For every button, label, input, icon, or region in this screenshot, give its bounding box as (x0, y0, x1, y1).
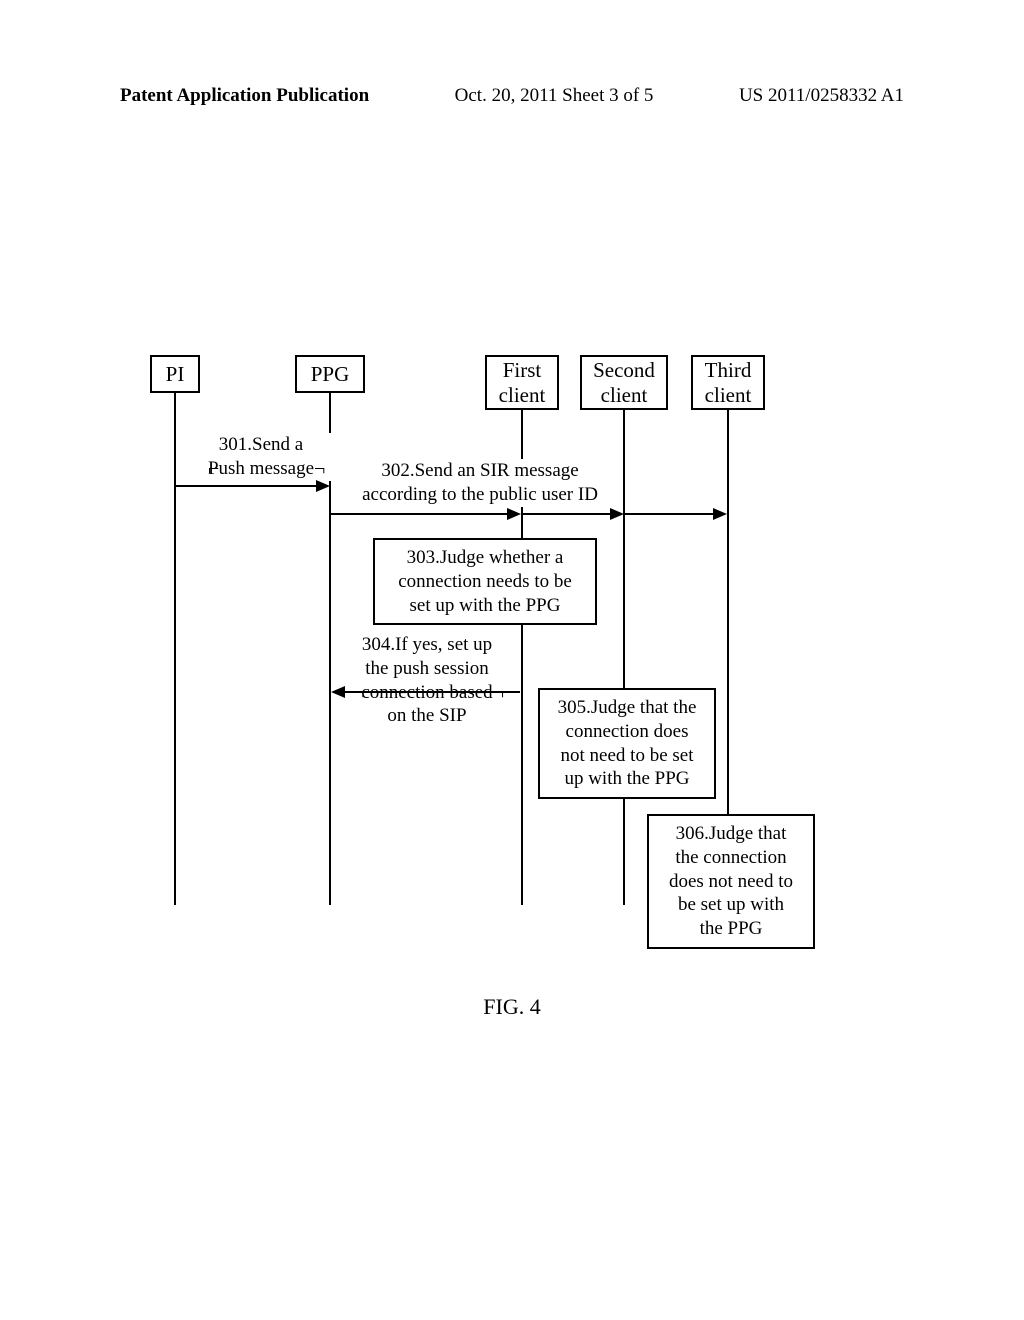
note-306-line3: does not need to (669, 871, 793, 892)
header-center: Oct. 20, 2011 Sheet 3 of 5 (455, 85, 654, 107)
arrow-301 (175, 485, 316, 487)
message-302: 302.Send an SIR message according to the… (340, 459, 620, 507)
sequence-diagram: PI PPG First client Second client Third … (150, 355, 880, 975)
header-right: US 2011/0258332 A1 (739, 85, 904, 107)
message-301: 301.Send a ⌐Push message¬ (190, 433, 332, 481)
brace-icon: ¬ (493, 681, 504, 706)
note-306: 306.Judge that the connection does not n… (647, 814, 815, 949)
actor-third-client-label-1: Third (705, 358, 752, 383)
actor-first-client-label-1: First (503, 358, 542, 383)
arrow-head-302a (507, 508, 521, 520)
message-301-line1: 301.Send a (219, 434, 303, 455)
message-304-line4: on the SIP (387, 705, 466, 726)
message-302-line1: 302.Send an SIR message (381, 460, 578, 481)
note-305-line3: not need to be set (561, 745, 694, 766)
message-302-line2: according to the public user ID (362, 484, 598, 505)
note-306-line1: 306.Judge that (676, 823, 787, 844)
actor-first-client: First client (485, 355, 559, 410)
actor-second-client: Second client (580, 355, 668, 410)
actor-ppg-label: PPG (311, 362, 350, 387)
note-306-line4: be set up with (678, 894, 784, 915)
message-304-line2: the push session (365, 658, 489, 679)
arrow-302b (523, 513, 613, 515)
page-header: Patent Application Publication Oct. 20, … (0, 0, 1024, 107)
note-303: 303.Judge whether a connection needs to … (373, 538, 597, 625)
actor-pi-label: PI (166, 362, 185, 387)
note-305: 305.Judge that the connection does not n… (538, 688, 716, 799)
note-303-line3: set up with the PPG (410, 595, 561, 616)
message-304-line1: 304.If yes, set up (362, 634, 492, 655)
arrow-head-302b (610, 508, 624, 520)
note-303-line1: 303.Judge whether a (407, 547, 564, 568)
note-306-line5: the PPG (700, 918, 763, 939)
note-305-line2: connection does (566, 721, 689, 742)
message-304: 304.If yes, set up the push session ⌐con… (338, 633, 516, 728)
actor-ppg: PPG (295, 355, 365, 393)
arrow-302c (625, 513, 715, 515)
note-303-line2: connection needs to be (398, 571, 572, 592)
figure-caption: FIG. 4 (0, 994, 1024, 1020)
arrow-head-304 (331, 686, 345, 698)
brace-icon: ¬ (314, 457, 325, 482)
actor-first-client-label-2: client (499, 383, 546, 408)
arrow-304 (344, 691, 520, 693)
actor-third-client: Third client (691, 355, 765, 410)
actor-second-client-label-2: client (601, 383, 648, 408)
arrow-head-301 (316, 480, 330, 492)
lifeline-pi (174, 393, 176, 905)
arrow-302a (331, 513, 509, 515)
note-306-line2: the connection (675, 847, 786, 868)
actor-third-client-label-2: client (705, 383, 752, 408)
note-305-line1: 305.Judge that the (558, 697, 697, 718)
arrow-head-302c (713, 508, 727, 520)
message-301-line2: Push message (208, 458, 314, 479)
header-left: Patent Application Publication (120, 85, 369, 107)
actor-pi: PI (150, 355, 200, 393)
actor-second-client-label-1: Second (593, 358, 655, 383)
brace-icon: ⌐ (208, 457, 219, 482)
lifeline-second-client (623, 410, 625, 905)
note-305-line4: up with the PPG (564, 768, 689, 789)
brace-icon: ⌐ (361, 681, 372, 706)
